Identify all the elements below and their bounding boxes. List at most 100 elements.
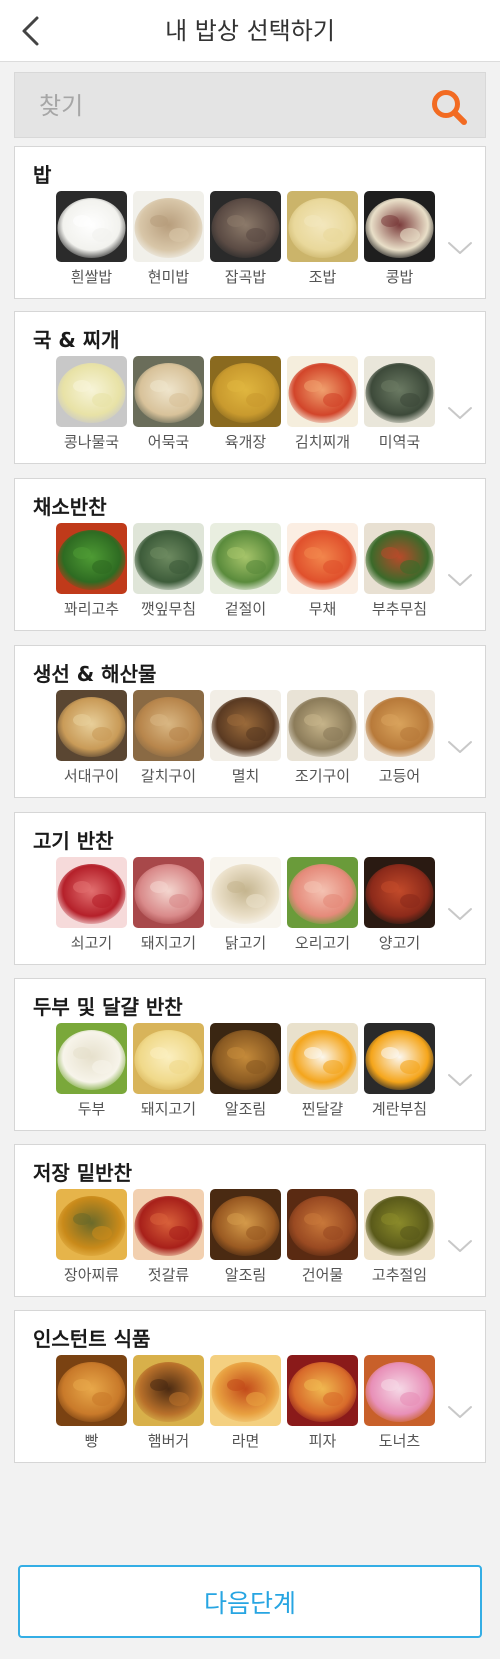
food-item[interactable]: 쇠고기 <box>55 857 128 957</box>
food-item[interactable]: 닭고기 <box>209 857 282 957</box>
food-item-label: 현미밥 <box>147 268 190 286</box>
food-item[interactable]: 두부 <box>55 1023 128 1123</box>
food-item[interactable]: 흰쌀밥 <box>55 191 128 291</box>
food-item[interactable]: 라면 <box>209 1355 282 1455</box>
food-item[interactable]: 무채 <box>286 523 359 623</box>
food-item-label: 콩밥 <box>385 268 414 286</box>
food-thumbnail <box>210 191 281 262</box>
expand-button[interactable] <box>443 1229 477 1263</box>
food-item-row: 두부 돼지고기 알조림 찐달걀 계란부침 <box>55 1023 440 1123</box>
food-item[interactable]: 알조림 <box>209 1189 282 1289</box>
search-input[interactable] <box>27 81 427 131</box>
chevron-down-icon <box>448 242 472 254</box>
food-item[interactable]: 빵 <box>55 1355 128 1455</box>
expand-button[interactable] <box>443 1063 477 1097</box>
food-item[interactable]: 꽈리고추 <box>55 523 128 623</box>
food-thumbnail <box>364 1189 435 1260</box>
food-thumbnail <box>364 191 435 262</box>
food-item[interactable]: 현미밥 <box>132 191 205 291</box>
food-item[interactable]: 햄버거 <box>132 1355 205 1455</box>
section-title: 고기 반찬 <box>33 829 114 853</box>
food-thumbnail <box>287 191 358 262</box>
food-item[interactable]: 찐달걀 <box>286 1023 359 1123</box>
food-item[interactable]: 어묵국 <box>132 356 205 456</box>
food-item[interactable]: 도너츠 <box>363 1355 436 1455</box>
category-section: 인스턴트 식품빵 햄버거 라면 피자 도너츠 <box>14 1310 486 1463</box>
food-thumbnail <box>210 857 281 928</box>
food-item[interactable]: 미역국 <box>363 356 436 456</box>
food-item[interactable]: 건어물 <box>286 1189 359 1289</box>
food-item[interactable]: 조밥 <box>286 191 359 291</box>
food-thumbnail <box>210 690 281 761</box>
search-button[interactable] <box>427 85 471 129</box>
food-item[interactable]: 피자 <box>286 1355 359 1455</box>
expand-button[interactable] <box>443 730 477 764</box>
food-item-label: 겉절이 <box>224 600 267 618</box>
food-item-label: 라면 <box>231 1432 260 1450</box>
food-item[interactable]: 겉절이 <box>209 523 282 623</box>
food-item-label: 피자 <box>308 1432 337 1450</box>
food-item-label: 멸치 <box>231 767 260 785</box>
category-section: 채소반찬 꽈리고추 깻잎무침 겉절이 무채 부추무침 <box>14 478 486 631</box>
food-item-label: 꽈리고추 <box>63 600 120 618</box>
food-item-label: 두부 <box>77 1100 106 1118</box>
food-thumbnail <box>287 1189 358 1260</box>
food-item-label: 무채 <box>308 600 337 618</box>
food-item-row: 장아찌류 젓갈류 알조림 건어물 고추절임 <box>55 1189 440 1289</box>
food-item[interactable]: 알조림 <box>209 1023 282 1123</box>
food-item-label: 조기구이 <box>294 767 351 785</box>
food-item[interactable]: 부추무침 <box>363 523 436 623</box>
food-item-row: 빵 햄버거 라면 피자 도너츠 <box>55 1355 440 1455</box>
search-bar <box>14 72 486 138</box>
section-title: 저장 밑반찬 <box>33 1161 132 1185</box>
food-item-label: 미역국 <box>378 433 421 451</box>
food-item[interactable]: 멸치 <box>209 690 282 790</box>
food-thumbnail <box>210 523 281 594</box>
food-item[interactable]: 조기구이 <box>286 690 359 790</box>
food-item[interactable]: 고등어 <box>363 690 436 790</box>
food-item-label: 건어물 <box>301 1266 344 1284</box>
food-item-label: 콩나물국 <box>63 433 120 451</box>
food-thumbnail <box>56 1355 127 1426</box>
food-thumbnail <box>56 1189 127 1260</box>
food-item-label: 오리고기 <box>294 934 351 952</box>
food-item-label: 잡곡밥 <box>224 268 267 286</box>
food-item-row: 콩나물국 어묵국 육개장 김치찌개 미역국 <box>55 356 440 456</box>
expand-button[interactable] <box>443 1395 477 1429</box>
food-item[interactable]: 콩나물국 <box>55 356 128 456</box>
food-item[interactable]: 잡곡밥 <box>209 191 282 291</box>
food-item[interactable]: 돼지고기 <box>132 857 205 957</box>
food-item[interactable]: 젓갈류 <box>132 1189 205 1289</box>
food-item-label: 고등어 <box>378 767 421 785</box>
expand-button[interactable] <box>443 897 477 931</box>
food-thumbnail <box>56 523 127 594</box>
food-item[interactable]: 김치찌개 <box>286 356 359 456</box>
food-item-label: 젓갈류 <box>147 1266 190 1284</box>
food-item-row: 흰쌀밥 현미밥 잡곡밥 조밥 콩밥 <box>55 191 440 291</box>
food-item[interactable]: 양고기 <box>363 857 436 957</box>
food-item[interactable]: 육개장 <box>209 356 282 456</box>
food-thumbnail <box>56 356 127 427</box>
section-title: 인스턴트 식품 <box>33 1327 151 1351</box>
food-thumbnail <box>133 1023 204 1094</box>
food-item-row: 쇠고기 돼지고기 닭고기 오리고기 양고기 <box>55 857 440 957</box>
food-item[interactable]: 장아찌류 <box>55 1189 128 1289</box>
chevron-down-icon <box>448 1074 472 1086</box>
food-item-label: 갈치구이 <box>140 767 197 785</box>
food-item[interactable]: 돼지고기 <box>132 1023 205 1123</box>
next-step-button[interactable]: 다음단계 <box>18 1565 482 1638</box>
expand-button[interactable] <box>443 396 477 430</box>
food-item[interactable]: 서대구이 <box>55 690 128 790</box>
section-title: 생선 & 해산물 <box>33 662 157 686</box>
food-item-label: 어묵국 <box>147 433 190 451</box>
expand-button[interactable] <box>443 231 477 265</box>
food-item-label: 조밥 <box>308 268 337 286</box>
expand-button[interactable] <box>443 563 477 597</box>
section-title: 국 & 찌개 <box>33 328 120 352</box>
food-item[interactable]: 갈치구이 <box>132 690 205 790</box>
food-item[interactable]: 고추절임 <box>363 1189 436 1289</box>
food-item[interactable]: 오리고기 <box>286 857 359 957</box>
food-item[interactable]: 깻잎무침 <box>132 523 205 623</box>
food-item[interactable]: 콩밥 <box>363 191 436 291</box>
food-item[interactable]: 계란부침 <box>363 1023 436 1123</box>
